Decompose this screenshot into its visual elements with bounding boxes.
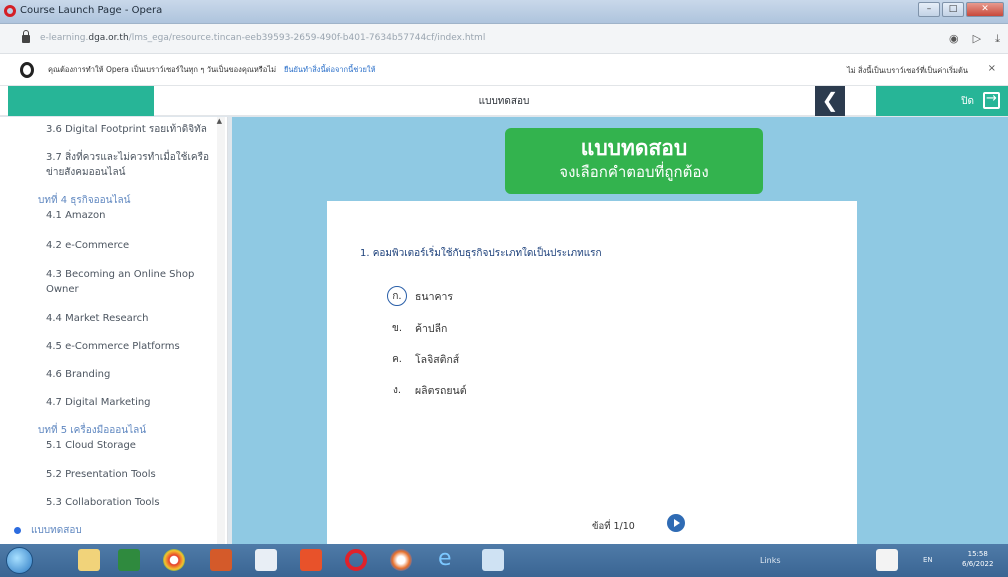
snipping-tool-icon[interactable]	[482, 549, 504, 571]
choice-key: ข.	[391, 322, 402, 334]
links-toolbar[interactable]: Links	[760, 556, 781, 565]
sidebar-item[interactable]: 5.2 Presentation Tools	[0, 467, 218, 482]
quiz-area: แบบทดสอบ จงเลือกคำตอบที่ถูกต้อง 1. คอมพิ…	[232, 117, 1008, 544]
opera-taskbar-icon[interactable]	[345, 549, 367, 571]
current-dot-icon	[14, 526, 21, 534]
maximize-button[interactable]: □	[942, 2, 964, 17]
default-browser-infobar: คุณต้องการทำให้ Opera เป็นเบราว์เซอร์ในท…	[0, 54, 1008, 86]
shield-icon[interactable]: ◉	[949, 32, 959, 46]
sidebar-item[interactable]: 4.5 e-Commerce Platforms	[0, 339, 218, 354]
sidebar-chapter-label: บทที่ 5 เครื่องมือออนไลน์	[38, 425, 147, 436]
address-bar: e-learning.dga.or.th/lms_ega/resource.ti…	[0, 24, 1008, 54]
sidebar-item[interactable]: 3.6 Digital Footprint รอยเท้าดิจิทัล	[0, 122, 218, 137]
sidebar-item[interactable]: 5.3 Collaboration Tools	[0, 495, 218, 510]
choice-text: ค้าปลีก	[415, 322, 448, 335]
window-controls: – □ ✕	[918, 2, 1004, 17]
opera-logo-icon	[4, 5, 16, 17]
choice-text: ผลิตรถยนต์	[415, 384, 467, 397]
url-domain: dga.or.th	[88, 33, 129, 43]
start-button[interactable]	[6, 547, 33, 574]
file-explorer-icon[interactable]	[78, 549, 100, 571]
choice-text: โลจิสติกส์	[415, 353, 460, 366]
notepad-icon[interactable]	[255, 549, 277, 571]
sidebar-subitem[interactable]: 4.1 Amazon	[38, 208, 218, 223]
choice-option[interactable]: ง. ผลิตรถยนต์	[387, 380, 467, 400]
sidebar-item-label: 3.7 สิ่งที่ควรและไม่ควรทำเมื่อใช้เครือข่…	[46, 152, 209, 178]
minimize-button[interactable]: –	[918, 2, 940, 17]
question-counter: ข้อที่ 1/10	[592, 521, 635, 532]
sidebar-item[interactable]: 4.4 Market Research	[0, 311, 218, 326]
infobar-link[interactable]: ยืนยันทำสิ่งนี้ต่อจากนี้ช่วยให้	[284, 65, 376, 74]
url-field[interactable]: e-learning.dga.or.th/lms_ega/resource.ti…	[40, 33, 485, 43]
infobar-message: คุณต้องการทำให้ Opera เป็นเบราว์เซอร์ในท…	[48, 65, 277, 74]
choice-text: ธนาคาร	[415, 290, 454, 303]
sidebar-chapter[interactable]: บทที่ 5 เครื่องมือออนไลน์ 5.1 Cloud Stora…	[0, 423, 218, 453]
browser-window: Course Launch Page - Opera – □ ✕ e-learn…	[0, 0, 1008, 577]
infobar-text: คุณต้องการทำให้ Opera เป็นเบราว์เซอร์ในท…	[48, 64, 376, 76]
infobar-close-icon[interactable]: ×	[988, 63, 996, 74]
title-bar: Course Launch Page - Opera – □ ✕	[0, 0, 1008, 24]
sidebar-item[interactable]: 4.6 Branding	[0, 367, 218, 382]
course-sidebar: 3.6 Digital Footprint รอยเท้าดิจิทัล 3.7…	[0, 117, 228, 544]
quiz-banner: แบบทดสอบ จงเลือกคำตอบที่ถูกต้อง	[505, 128, 763, 194]
banner-subtitle: จงเลือกคำตอบที่ถูกต้อง	[559, 163, 709, 181]
clock-time: 15:58	[967, 550, 988, 558]
powerpoint-icon[interactable]	[210, 549, 232, 571]
sidebar-chapter[interactable]: บทที่ 4 ธุรกิจออนไลน์ 4.1 Amazon	[0, 193, 218, 223]
internet-explorer-icon[interactable]: e	[438, 548, 460, 571]
sidebar-subitem[interactable]: 5.1 Cloud Storage	[38, 438, 218, 453]
choice-key: ค.	[392, 353, 402, 365]
banner-title: แบบทดสอบ	[580, 136, 688, 160]
sidebar-item[interactable]: 4.7 Digital Marketing	[0, 395, 218, 410]
sidebar-item[interactable]: 3.7 สิ่งที่ควรและไม่ควรทำเมื่อใช้เครือข่…	[0, 150, 218, 180]
address-bar-icons: ◉ ▷ ⤓	[949, 32, 1000, 46]
send-icon[interactable]: ▷	[973, 32, 981, 46]
infobar-decline-text[interactable]: ไม่ สิ่งนี้เป็นเบราว์เซอร์ที่เป็นค่าเริ่…	[847, 65, 968, 77]
question-text: 1. คอมพิวเตอร์เริ่มใช้กับธุรกิจประเภทใดเ…	[360, 248, 602, 259]
excel-icon[interactable]	[118, 549, 140, 571]
page-title: แบบทดสอบ	[478, 96, 530, 107]
back-button[interactable]: ❮	[815, 86, 845, 116]
close-course-label: ปิด	[961, 96, 974, 107]
sidebar-item[interactable]: 4.2 e-Commerce	[0, 238, 218, 253]
question-card: 1. คอมพิวเตอร์เริ่มใช้กับธุรกิจประเภทใดเ…	[327, 201, 857, 544]
chrome-icon[interactable]	[163, 549, 185, 571]
url-path: /lms_ega/resource.tincan-eeb39593-2659-4…	[128, 33, 486, 43]
sidebar-chapter-label: บทที่ 4 ธุรกิจออนไลน์	[38, 195, 131, 206]
close-window-button[interactable]: ✕	[966, 2, 1004, 17]
window-title: Course Launch Page - Opera	[20, 5, 163, 16]
choice-option[interactable]: ข. ค้าปลีก	[387, 318, 447, 338]
clock-date: 6/6/2022	[962, 560, 994, 568]
exit-icon	[983, 91, 1000, 109]
office-icon[interactable]	[300, 549, 322, 571]
choice-key: ก.	[387, 286, 407, 306]
firefox-icon[interactable]	[390, 549, 412, 571]
sidebar-item[interactable]: 4.3 Becoming an Online Shop Owner	[0, 267, 218, 297]
language-indicator[interactable]: EN	[923, 556, 933, 564]
system-clock[interactable]: 15:58 6/6/2022	[962, 549, 993, 569]
url-prefix: e-learning.	[40, 33, 89, 43]
scroll-up-icon[interactable]: ▲	[217, 117, 222, 125]
next-question-button[interactable]	[667, 514, 685, 532]
opera-icon	[20, 62, 34, 78]
taskbar: e Links EN 15:58 6/6/2022	[0, 544, 1008, 577]
sidebar-current-label: แบบทดสอบ	[31, 525, 82, 536]
choice-option[interactable]: ก. ธนาคาร	[387, 286, 453, 306]
tray-app-icon[interactable]	[876, 549, 898, 571]
download-icon[interactable]: ⤓	[995, 32, 1000, 46]
sidebar-scrollbar[interactable]: ▲	[217, 117, 225, 544]
close-course-button[interactable]: ปิด	[876, 86, 1008, 116]
lock-icon[interactable]	[22, 30, 30, 43]
course-header: แบบทดสอบ ❮ ปิด	[0, 86, 1008, 116]
choice-key: ง.	[392, 384, 402, 396]
sidebar-item-current[interactable]: แบบทดสอบ	[14, 523, 82, 538]
choice-option[interactable]: ค. โลจิสติกส์	[387, 349, 459, 369]
